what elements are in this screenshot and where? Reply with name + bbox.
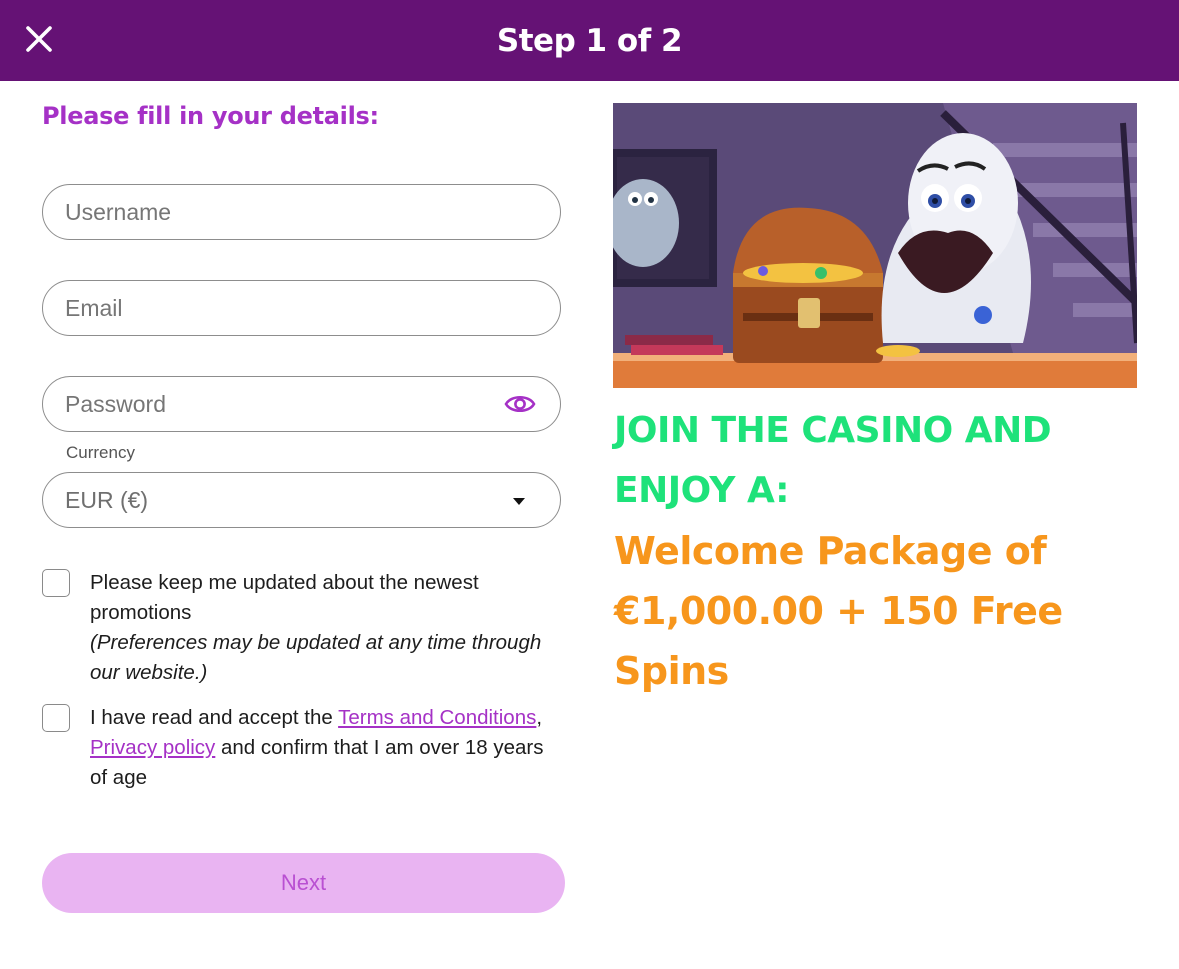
promo-offer: Welcome Package of €1,000.00 + 150 Free … [614,529,1063,693]
privacy-link[interactable]: Privacy policy [90,736,215,759]
promotions-checkbox[interactable] [42,569,70,597]
terms-checkbox[interactable] [42,704,70,732]
show-password-button[interactable] [504,391,536,417]
close-icon [26,26,52,52]
email-field[interactable] [42,280,561,336]
caret-down-icon [513,498,525,505]
promotions-note: (Preferences may be updated at any time … [90,631,542,684]
header-bar: Step 1 of 2 [0,0,1179,81]
next-button[interactable]: Next [42,853,565,913]
close-button[interactable] [22,22,56,56]
terms-checkbox-label: I have read and accept the Terms and Con… [90,703,560,793]
promo-title: JOIN THE CASINO AND ENJOY A: [614,410,1052,511]
promo-image [613,103,1137,388]
username-input[interactable] [65,185,485,239]
email-input[interactable] [65,281,485,335]
terms-comma: , [536,706,543,729]
password-input[interactable] [65,377,485,431]
form-heading: Please fill in your details: [42,102,379,130]
currency-label: Currency [66,443,135,462]
username-field[interactable] [42,184,561,240]
terms-link[interactable]: Terms and Conditions [338,706,536,729]
terms-prefix: I have read and accept the [90,706,339,729]
password-field[interactable] [42,376,561,432]
promotions-checkbox-label: Please keep me updated about the newest … [90,568,560,688]
eye-icon [504,395,536,413]
currency-value: EUR (€) [65,486,149,513]
currency-select[interactable]: EUR (€) [42,472,561,528]
step-title: Step 1 of 2 [496,22,683,59]
promotions-text: Please keep me updated about the newest … [90,571,479,624]
